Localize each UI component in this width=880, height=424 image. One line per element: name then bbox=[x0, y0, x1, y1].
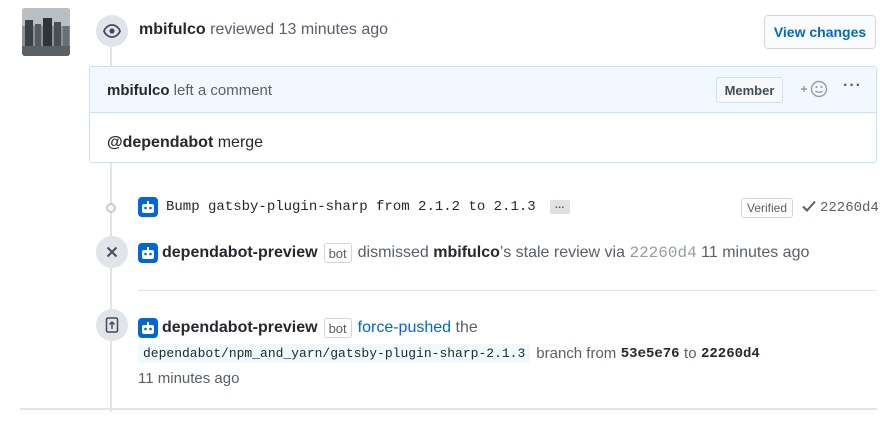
force-push-event: dependabot-preview bot force-pushed the bbox=[138, 318, 478, 338]
comment-box: mbifulco left a comment Member ··· @depe… bbox=[89, 66, 877, 163]
member-badge: Member bbox=[716, 77, 783, 103]
robot-icon bbox=[142, 201, 154, 213]
force-push-time-line: 11 minutes ago bbox=[138, 370, 239, 387]
dismiss-time[interactable]: 11 minutes ago bbox=[701, 244, 809, 262]
force-push-actor[interactable]: dependabot-preview bbox=[162, 319, 318, 337]
x-icon bbox=[106, 246, 118, 258]
review-author[interactable]: mbifulco bbox=[139, 21, 206, 38]
mention-link[interactable]: @dependabot bbox=[107, 134, 213, 151]
dependabot-avatar[interactable] bbox=[138, 197, 158, 217]
comment-author[interactable]: mbifulco bbox=[107, 82, 170, 99]
force-push-text2: branch from bbox=[536, 345, 617, 362]
branch-name[interactable]: dependabot/npm_and_yarn/gatsby-plugin-sh… bbox=[138, 344, 531, 363]
robot-icon bbox=[142, 322, 154, 334]
commit-sha[interactable]: 22260d4 bbox=[820, 200, 879, 216]
comment-author-line: mbifulco left a comment bbox=[107, 82, 272, 99]
avatar[interactable] bbox=[22, 8, 70, 56]
timeline-line bbox=[110, 44, 112, 68]
dependabot-avatar[interactable] bbox=[138, 243, 158, 263]
dismiss-text2: ’s stale review via bbox=[499, 244, 626, 261]
dismiss-sha[interactable]: 22260d4 bbox=[629, 244, 696, 262]
force-push-text: the bbox=[455, 319, 478, 336]
force-push-branch-line: dependabot/npm_and_yarn/gatsby-plugin-sh… bbox=[138, 344, 760, 363]
commit-row: Bump gatsby-plugin-sharp from 2.1.2 to 2… bbox=[138, 197, 570, 217]
comment-text: merge bbox=[213, 134, 264, 151]
add-reaction-button[interactable] bbox=[800, 80, 830, 102]
bot-label: bot bbox=[323, 318, 352, 338]
divider bbox=[138, 290, 877, 291]
eye-icon bbox=[103, 24, 121, 38]
view-changes-button[interactable]: View changes bbox=[764, 15, 876, 49]
x-badge bbox=[96, 236, 128, 268]
dependabot-avatar[interactable] bbox=[138, 318, 158, 338]
review-action: reviewed bbox=[210, 21, 275, 38]
timeline-line bbox=[110, 162, 112, 412]
robot-icon bbox=[142, 247, 154, 259]
check-icon bbox=[802, 199, 816, 215]
force-pushed-link[interactable]: force-pushed bbox=[358, 319, 451, 337]
from-sha[interactable]: 53e5e76 bbox=[621, 346, 680, 362]
more-options-button[interactable]: ··· bbox=[843, 77, 862, 95]
review-time[interactable]: 13 minutes ago bbox=[279, 21, 388, 38]
dismiss-target[interactable]: mbifulco bbox=[433, 244, 500, 262]
to-sha[interactable]: 22260d4 bbox=[701, 346, 760, 362]
repo-push-icon bbox=[105, 317, 119, 333]
expand-commit-button[interactable]: … bbox=[549, 200, 570, 214]
dismiss-event: dependabot-preview bot dismissed mbifulc… bbox=[138, 243, 809, 263]
bot-label: bot bbox=[323, 243, 352, 263]
force-push-time[interactable]: 11 minutes ago bbox=[138, 370, 239, 387]
smiley-plus-icon bbox=[801, 80, 828, 98]
eye-badge bbox=[96, 15, 128, 47]
dismiss-actor[interactable]: dependabot-preview bbox=[162, 244, 318, 262]
repo-push-badge bbox=[96, 309, 128, 341]
comment-body: @dependabot merge bbox=[107, 134, 263, 152]
dismiss-text: dismissed bbox=[357, 244, 429, 261]
commit-message[interactable]: Bump gatsby-plugin-sharp from 2.1.2 to 2… bbox=[166, 199, 536, 215]
review-header: mbifulco reviewed 13 minutes ago bbox=[139, 21, 388, 39]
bottom-divider bbox=[20, 408, 877, 410]
verified-badge[interactable]: Verified bbox=[741, 198, 794, 218]
commit-icon bbox=[106, 203, 116, 213]
comment-action: left a comment bbox=[173, 82, 273, 99]
force-push-text3: to bbox=[684, 345, 697, 362]
comment-header: mbifulco left a comment Member ··· bbox=[90, 67, 876, 113]
